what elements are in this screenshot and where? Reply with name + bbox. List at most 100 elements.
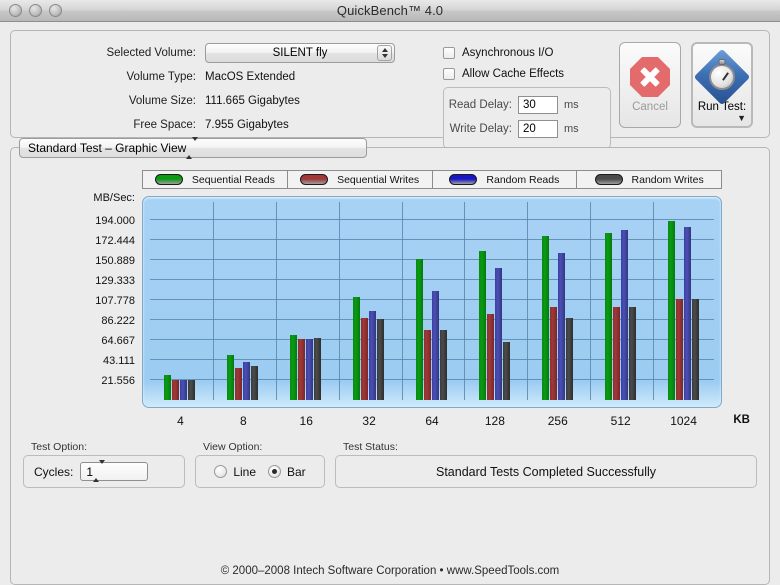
free-space-value: 7.955 Gigabytes (205, 119, 289, 131)
zoom-button[interactable] (49, 4, 62, 17)
cache-effects-label: Allow Cache Effects (462, 68, 564, 80)
test-status-message: Standard Tests Completed Successfully (346, 465, 746, 479)
free-space-label: Free Space: (23, 119, 205, 131)
legend-item-3: Random Writes (577, 171, 721, 188)
bar-radio[interactable] (268, 465, 281, 478)
async-io-row[interactable]: Asynchronous I/O (443, 43, 611, 62)
chart-bar-group (353, 297, 384, 400)
read-delay-label: Read Delay: (448, 99, 518, 111)
chevron-updown-icon[interactable] (377, 45, 392, 61)
stop-octagon-icon (630, 57, 670, 97)
chevron-updown-icon[interactable] (93, 464, 105, 479)
test-option-caption: Test Option: (31, 441, 87, 453)
cache-effects-checkbox[interactable] (443, 68, 455, 80)
app-window: QuickBench™ 4.0 Selected Volume: SILENT … (0, 0, 780, 585)
view-option-line[interactable]: Line (214, 465, 268, 479)
chart-bar (440, 330, 447, 400)
async-io-label: Asynchronous I/O (462, 47, 553, 59)
chart-gridline (150, 219, 714, 220)
write-delay-unit: ms (564, 123, 579, 135)
x-tick-label: 32 (362, 414, 375, 428)
selected-volume-value: SILENT fly (273, 47, 328, 59)
chart-legend: Sequential ReadsSequential WritesRandom … (142, 170, 722, 189)
window-titlebar: QuickBench™ 4.0 (0, 0, 780, 22)
window-title: QuickBench™ 4.0 (0, 3, 780, 18)
x-axis-ticks: KB 481632641282565121024 (142, 414, 722, 430)
chevron-updown-icon[interactable] (186, 141, 198, 155)
view-selector-value: Standard Test – Graphic View (28, 141, 186, 155)
chart-bar (164, 375, 171, 400)
volume-info-panel: Selected Volume: SILENT fly Volume Type:… (10, 30, 770, 138)
legend-swatch-icon (155, 174, 183, 185)
volume-row-type: Volume Type: MacOS Extended (23, 66, 443, 87)
view-option-caption: View Option: (203, 441, 262, 453)
chart-bar (621, 230, 628, 400)
chart-bar (558, 253, 565, 400)
window-controls (0, 4, 62, 17)
y-tick-label: 194.000 (63, 215, 135, 227)
chart-bar-group (605, 230, 636, 400)
test-status-group: Test Status: Standard Tests Completed Su… (335, 442, 757, 492)
y-tick-label: 150.889 (63, 255, 135, 267)
test-status-box: Standard Tests Completed Successfully (335, 455, 757, 488)
stopwatch-icon (694, 49, 751, 106)
async-io-checkbox[interactable] (443, 47, 455, 59)
write-delay-input[interactable]: 20 (518, 120, 558, 138)
y-tick-label: 86.222 (63, 315, 135, 327)
cancel-button-label: Cancel (632, 101, 668, 113)
volume-info-column: Selected Volume: SILENT fly Volume Type:… (23, 40, 443, 128)
run-test-button[interactable]: Run Test: ▼ (691, 42, 753, 128)
legend-swatch-icon (449, 174, 477, 185)
line-radio[interactable] (214, 465, 227, 478)
chart-bar (542, 236, 549, 400)
menu-caret-icon[interactable]: ▼ (737, 113, 746, 123)
chart-vertical-gridline (339, 202, 340, 400)
cancel-button[interactable]: Cancel (619, 42, 681, 128)
view-selector-popup[interactable]: Standard Test – Graphic View (19, 138, 367, 158)
chart-vertical-gridline (653, 202, 654, 400)
read-delay-row: Read Delay: 30 ms (448, 94, 604, 115)
x-tick-label: 64 (425, 414, 438, 428)
view-option-box: Line Bar (195, 455, 325, 488)
legend-item-1: Sequential Writes (288, 171, 433, 188)
minimize-button[interactable] (29, 4, 42, 17)
chart-vertical-gridline (590, 202, 591, 400)
chart-bar (369, 311, 376, 400)
x-tick-label: 4 (177, 414, 184, 428)
read-delay-input[interactable]: 30 (518, 96, 558, 114)
chart-bar (298, 339, 305, 400)
close-button[interactable] (9, 4, 22, 17)
legend-label: Sequential Writes (337, 174, 419, 186)
cycles-stepper[interactable]: 1 (80, 462, 148, 481)
legend-label: Random Reads (486, 174, 559, 186)
y-axis-ticks: 194.000172.444150.889129.333107.77886.22… (63, 196, 135, 408)
chart-bar (566, 318, 573, 400)
x-tick-label: 1024 (670, 414, 697, 428)
selected-volume-popup[interactable]: SILENT fly (205, 43, 395, 63)
volume-type-value: MacOS Extended (205, 71, 295, 83)
chart-panel: Standard Test – Graphic View Sequential … (10, 147, 770, 585)
chart-vertical-gridline (402, 202, 403, 400)
bar-label: Bar (287, 465, 306, 479)
legend-item-2: Random Reads (433, 171, 578, 188)
x-tick-label: 8 (240, 414, 247, 428)
cache-effects-row[interactable]: Allow Cache Effects (443, 64, 611, 83)
chart-bar (188, 380, 195, 400)
x-tick-label: 128 (485, 414, 505, 428)
volume-type-label: Volume Type: (23, 71, 205, 83)
delay-group: Read Delay: 30 ms Write Delay: 20 ms (443, 87, 611, 149)
chart-bar-group (416, 259, 447, 400)
view-option-bar[interactable]: Bar (268, 465, 306, 479)
chart-bar-group (227, 355, 258, 400)
read-delay-unit: ms (564, 99, 579, 111)
chart-bar (692, 299, 699, 400)
cycles-value: 1 (86, 465, 93, 479)
chart-bar (550, 307, 557, 400)
cycles-row: Cycles: 1 (34, 462, 148, 481)
selected-volume-label: Selected Volume: (23, 47, 205, 59)
test-status-caption: Test Status: (343, 441, 398, 453)
y-tick-label: 172.444 (63, 235, 135, 247)
legend-label: Random Writes (632, 174, 704, 186)
chart-bar (227, 355, 234, 400)
chart-bar-group (479, 251, 510, 400)
